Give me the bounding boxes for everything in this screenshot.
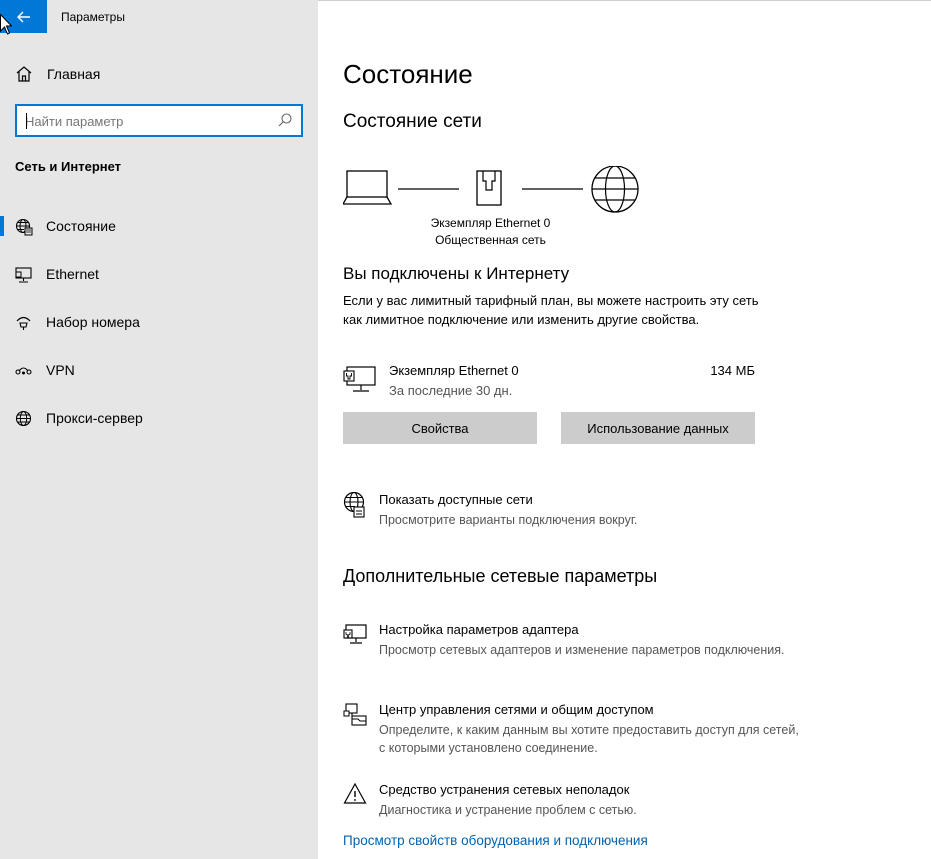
sidebar-item-status[interactable]: Состояние (0, 208, 318, 244)
connected-title: Вы подключены к Интернету (343, 264, 570, 283)
troubleshooter-title: Средство устранения сетевых неполадок (379, 782, 630, 797)
globe-status-icon (15, 218, 33, 236)
adapter-name: Экземпляр Ethernet 0 (389, 363, 519, 378)
settings-window: Параметры Главная Сеть и Интернет (0, 0, 931, 859)
sharing-center-icon (343, 703, 367, 726)
selected-indicator (0, 216, 4, 236)
troubleshooter-description: Диагностика и устранение проблем с сетью… (379, 803, 637, 817)
search-input[interactable] (25, 111, 275, 131)
troubleshooter-link[interactable]: Средство устранения сетевых неполадок Ди… (343, 782, 903, 822)
ethernet-icon (15, 267, 32, 283)
adapter-usage-amount: 134 МБ (710, 363, 755, 378)
page-title: Состояние (343, 59, 473, 89)
search-box[interactable] (15, 104, 303, 137)
window-title: Параметры (61, 10, 125, 24)
sidebar-item-label: Состояние (46, 218, 116, 234)
adapter-settings-link[interactable]: Настройка параметров адаптера Просмотр с… (343, 622, 903, 678)
internet-globe-icon (591, 166, 639, 213)
sidebar: Параметры Главная Сеть и Интернет (0, 0, 318, 859)
sidebar-item-proxy[interactable]: Прокси-сервер (0, 400, 318, 436)
text-caret (26, 113, 27, 129)
nav-home-label: Главная (47, 66, 101, 82)
home-icon (16, 66, 32, 82)
vpn-icon (15, 367, 32, 375)
sidebar-item-vpn[interactable]: VPN (0, 352, 318, 388)
sidebar-item-label: VPN (46, 362, 75, 378)
network-adapter-icon (343, 624, 367, 644)
diagram-caption: Экземпляр Ethernet 0 Общественная сеть (408, 215, 573, 249)
diagram-adapter-name: Экземпляр Ethernet 0 (430, 216, 551, 230)
network-sharing-center-link[interactable]: Центр управления сетями и общим доступом… (343, 702, 903, 758)
advanced-settings-title: Дополнительные сетевые параметры (343, 566, 658, 586)
globe-icon (15, 410, 32, 427)
adapter-usage-row: Экземпляр Ethernet 0 За последние 30 дн.… (343, 363, 755, 403)
back-arrow-icon (16, 11, 30, 22)
computer-icon (343, 170, 393, 205)
hardware-properties-link[interactable]: Просмотр свойств оборудования и подключе… (343, 833, 648, 848)
warning-icon (343, 782, 367, 804)
sidebar-item-label: Набор номера (46, 314, 140, 330)
main-content: Состояние Состояние сети Экземпляр Ether… (318, 0, 931, 859)
network-diagram (343, 166, 639, 213)
connected-description: Если у вас лимитный тарифный план, вы мо… (343, 293, 759, 327)
properties-button[interactable]: Свойства (343, 412, 537, 444)
nav-home[interactable]: Главная (15, 62, 100, 86)
adapter-settings-description: Просмотр сетевых адаптеров и изменение п… (379, 643, 785, 657)
network-status-title: Состояние сети (343, 111, 482, 132)
sidebar-item-label: Прокси-сервер (46, 410, 143, 426)
sharing-center-title: Центр управления сетями и общим доступом (379, 702, 654, 717)
dialup-icon (16, 316, 31, 330)
show-networks-title: Показать доступные сети (379, 492, 533, 507)
search-icon[interactable] (277, 112, 293, 128)
ethernet-adapter-icon (343, 366, 376, 392)
sharing-center-description: Определите, к каким данным вы хотите пре… (379, 723, 799, 755)
sidebar-item-dialup[interactable]: Набор номера (0, 304, 318, 340)
show-networks-link[interactable]: Показать доступные сети Просмотрите вари… (343, 492, 903, 532)
sidebar-section-title: Сеть и Интернет (15, 159, 122, 174)
show-networks-description: Просмотрите варианты подключения вокруг. (379, 513, 638, 527)
mouse-cursor-icon (0, 14, 12, 35)
adapter-settings-title: Настройка параметров адаптера (379, 622, 579, 637)
sidebar-item-ethernet[interactable]: Ethernet (0, 256, 318, 292)
ethernet-port-icon (476, 170, 502, 206)
adapter-usage-period: За последние 30 дн. (389, 383, 513, 398)
data-usage-button[interactable]: Использование данных (561, 412, 755, 444)
diagram-network-type: Общественная сеть (435, 233, 546, 247)
sidebar-item-label: Ethernet (46, 266, 99, 282)
globe-network-icon (343, 492, 365, 518)
